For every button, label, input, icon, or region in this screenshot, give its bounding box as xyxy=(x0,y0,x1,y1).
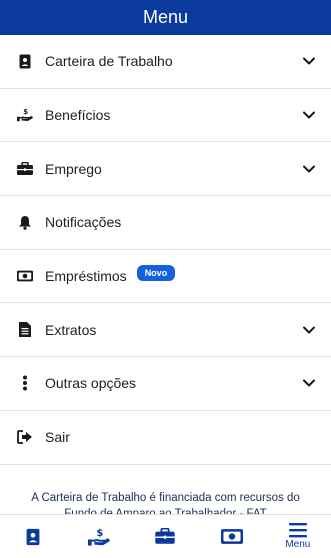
app-header: Menu xyxy=(0,0,331,35)
menu-item-label: Carteira de Trabalho xyxy=(45,53,173,70)
menu-item-label: Extratos xyxy=(45,321,97,338)
banknote-icon xyxy=(220,529,243,544)
menu-item-beneficios[interactable]: $ Benefícios xyxy=(0,89,331,143)
page-title: Menu xyxy=(142,7,189,27)
menu-item-label: Sair xyxy=(45,429,70,446)
work-card-icon xyxy=(26,528,40,545)
chevron-down-icon[interactable] xyxy=(302,108,316,122)
hamburger-menu-icon xyxy=(288,523,307,538)
chevron-down-icon[interactable] xyxy=(302,162,316,176)
banknote-icon xyxy=(17,268,33,284)
chevron-down-icon[interactable] xyxy=(302,323,316,337)
nav-emprestimos[interactable] xyxy=(202,515,262,558)
briefcase-icon xyxy=(155,528,176,544)
menu-item-label: Benefícios xyxy=(45,107,111,124)
menu-item-sair[interactable]: Sair xyxy=(0,411,331,465)
nav-carteira[interactable] xyxy=(3,515,63,558)
nav-beneficios[interactable]: $ xyxy=(69,515,129,558)
briefcase-icon xyxy=(17,161,33,177)
bottom-nav: $ Menu xyxy=(0,514,331,558)
work-card-icon xyxy=(17,53,33,69)
menu-item-outras-opcoes[interactable]: Outras opções xyxy=(0,357,331,411)
logout-icon xyxy=(17,429,33,445)
menu-item-emprego[interactable]: Emprego xyxy=(0,142,331,197)
menu-list: Carteira de Trabalho $ Benefícios Empreg… xyxy=(0,35,331,465)
svg-text:$: $ xyxy=(23,107,28,116)
nav-emprego[interactable] xyxy=(135,515,195,558)
menu-item-label: Notificações xyxy=(45,214,122,231)
menu-item-emprestimos[interactable]: Empréstimos Novo xyxy=(0,250,331,304)
svg-text:$: $ xyxy=(97,527,104,538)
menu-item-label: Empréstimos xyxy=(45,268,127,285)
menu-item-label: Outras opções xyxy=(45,375,137,392)
menu-item-notificacoes[interactable]: Notificações xyxy=(0,196,331,250)
nav-menu[interactable]: Menu xyxy=(268,515,328,558)
hand-money-icon: $ xyxy=(17,107,33,123)
menu-item-extratos[interactable]: Extratos xyxy=(0,303,331,358)
chevron-down-icon[interactable] xyxy=(302,54,316,68)
nav-menu-label: Menu xyxy=(285,539,311,550)
vertical-dots-icon xyxy=(17,375,33,391)
new-badge: Novo xyxy=(136,265,176,282)
hand-money-icon: $ xyxy=(88,527,110,546)
chevron-down-icon[interactable] xyxy=(302,376,316,390)
document-icon xyxy=(17,322,33,338)
menu-item-carteira-de-trabalho[interactable]: Carteira de Trabalho xyxy=(0,35,331,89)
bell-icon xyxy=(17,214,33,230)
menu-item-label: Emprego xyxy=(45,160,102,177)
